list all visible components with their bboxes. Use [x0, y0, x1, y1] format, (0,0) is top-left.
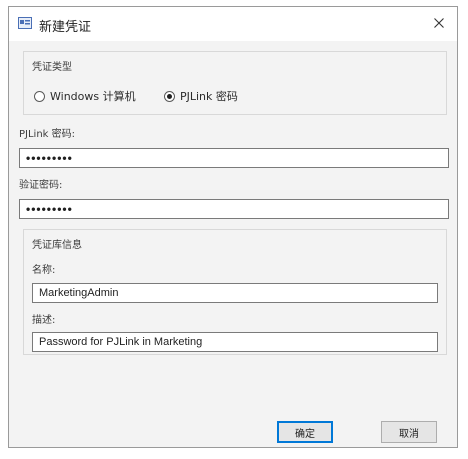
- radio-windows-computer[interactable]: Windows 计算机: [34, 88, 136, 104]
- confirm-password-input[interactable]: •••••••••: [19, 199, 449, 219]
- description-input[interactable]: Password for PJLink in Marketing: [32, 332, 438, 352]
- name-label: 名称:: [32, 265, 56, 276]
- radio-windows-label: Windows 计算机: [50, 90, 136, 103]
- confirm-password-label: 验证密码:: [19, 180, 63, 191]
- close-button[interactable]: [421, 7, 457, 41]
- close-icon: [434, 17, 444, 31]
- radio-pjlink-indicator[interactable]: [164, 90, 175, 102]
- credential-type-group-label: 凭证类型: [32, 62, 72, 73]
- radio-pjlink-password[interactable]: PJLink 密码: [164, 88, 238, 104]
- credential-info-group: 凭证库信息 名称: MarketingAdmin 描述: Password fo…: [23, 229, 447, 355]
- dialog-title: 新建凭证: [39, 20, 92, 35]
- radio-windows-indicator[interactable]: [34, 90, 45, 102]
- credential-type-group: 凭证类型 Windows 计算机 PJLink 密码: [23, 51, 447, 115]
- pjlink-password-label: PJLink 密码:: [19, 129, 76, 140]
- ok-button[interactable]: 确定: [277, 421, 333, 443]
- title-bar: 新建凭证: [9, 7, 457, 41]
- pjlink-password-input[interactable]: •••••••••: [19, 148, 449, 168]
- radio-pjlink-label: PJLink 密码: [180, 90, 238, 103]
- new-credential-dialog: 新建凭证 凭证类型 Windows 计算机 PJLink 密码 PJLink 密…: [8, 6, 458, 448]
- credential-info-group-label: 凭证库信息: [32, 240, 82, 251]
- name-input[interactable]: MarketingAdmin: [32, 283, 438, 303]
- cancel-button[interactable]: 取消: [381, 421, 437, 443]
- description-label: 描述:: [32, 315, 56, 326]
- credential-app-icon: [18, 17, 32, 29]
